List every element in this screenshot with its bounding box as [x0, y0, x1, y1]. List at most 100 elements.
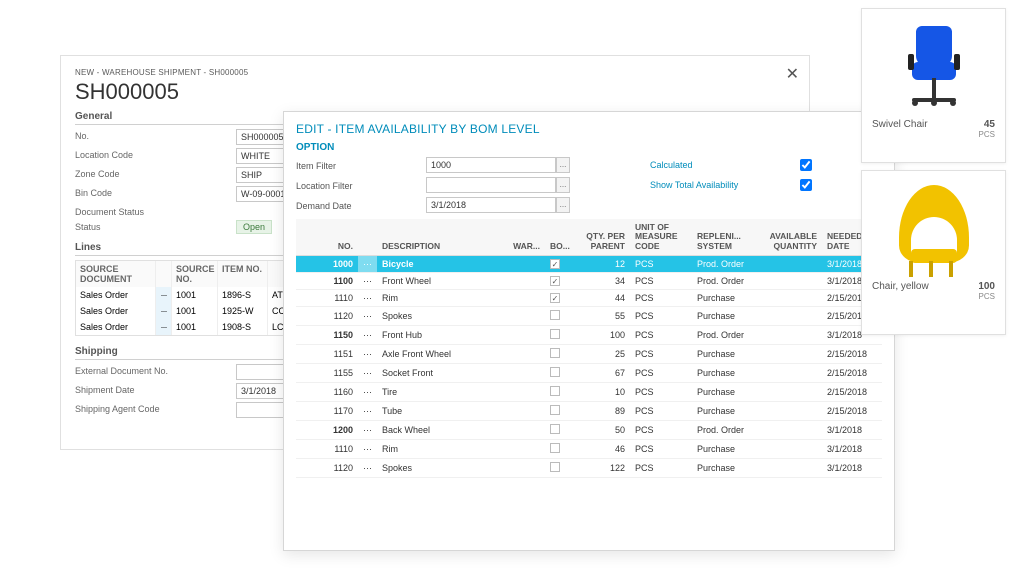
table-row[interactable]: 1200···Back Wheel50PCSProd. Order3/1/201…: [296, 421, 882, 440]
table-row[interactable]: 1110···Rim✓44PCSPurchase2/15/2018: [296, 290, 882, 307]
cell-qty: 100: [575, 326, 630, 345]
cell-item-no: 1908-S: [218, 319, 268, 335]
row-actions-icon[interactable]: ···: [358, 440, 377, 459]
close-icon[interactable]: ✕: [786, 64, 799, 84]
cell-description: Axle Front Wheel: [377, 345, 508, 364]
cell-replen: Purchase: [692, 459, 762, 478]
chair-icon: [894, 20, 974, 110]
product-card-swivel-chair[interactable]: Swivel Chair 45 PCS: [861, 8, 1006, 163]
label-ship-date: Shipment Date: [75, 383, 230, 399]
cell-uom: PCS: [630, 402, 692, 421]
col-item-no[interactable]: ITEM NO.: [218, 261, 268, 287]
cell-date: 2/15/2018: [822, 364, 882, 383]
label-zone: Zone Code: [75, 167, 230, 183]
table-row[interactable]: 1155···Socket Front67PCSPurchase2/15/201…: [296, 364, 882, 383]
cell-no: 1120: [296, 307, 358, 326]
status-badge: Open: [236, 220, 272, 234]
row-actions-icon[interactable]: ···: [156, 303, 172, 319]
row-actions-icon[interactable]: ···: [358, 459, 377, 478]
label-demand-date: Demand Date: [296, 199, 426, 211]
row-actions-icon[interactable]: ···: [358, 273, 377, 290]
table-row[interactable]: 1000···Bicycle✓12PCSProd. Order3/1/2018: [296, 256, 882, 273]
label-show-total: Show Total Availability: [650, 180, 800, 190]
cell-bottleneck: ✓: [545, 290, 575, 307]
lookup-location-filter[interactable]: ...: [556, 177, 570, 193]
cell-description: Tube: [377, 402, 508, 421]
checkbox-calculated[interactable]: [800, 159, 812, 171]
row-actions-icon[interactable]: ···: [358, 256, 377, 273]
col-source-no[interactable]: SOURCE NO.: [172, 261, 218, 287]
cell-source-no: 1001: [172, 319, 218, 335]
cell-description: Rim: [377, 440, 508, 459]
window-title: EDIT - ITEM AVAILABILITY BY BOM LEVEL: [296, 122, 882, 136]
row-actions-icon[interactable]: ···: [358, 326, 377, 345]
cell-replen: Purchase: [692, 307, 762, 326]
col-bottleneck[interactable]: BO...: [545, 219, 575, 256]
table-row[interactable]: 1100···Front Wheel✓34PCSProd. Order3/1/2…: [296, 273, 882, 290]
field-demand-date[interactable]: [426, 197, 556, 213]
table-row[interactable]: 1151···Axle Front Wheel25PCSPurchase2/15…: [296, 345, 882, 364]
cell-date: 3/1/2018: [822, 440, 882, 459]
cell-avail: [762, 440, 822, 459]
product-uom: PCS: [866, 130, 1001, 139]
label-item-filter: Item Filter: [296, 159, 426, 171]
cell-bottleneck: [545, 402, 575, 421]
cell-avail: [762, 364, 822, 383]
row-actions-icon[interactable]: ···: [358, 421, 377, 440]
product-card-chair-yellow[interactable]: Chair, yellow 100 PCS: [861, 170, 1006, 335]
cell-uom: PCS: [630, 383, 692, 402]
cell-uom: PCS: [630, 345, 692, 364]
cell-qty: 50: [575, 421, 630, 440]
cell-uom: PCS: [630, 290, 692, 307]
product-name: Swivel Chair: [872, 119, 928, 130]
cell-date: 3/1/2018: [822, 421, 882, 440]
table-row[interactable]: 1120···Spokes55PCSPurchase2/15/2018: [296, 307, 882, 326]
col-no[interactable]: NO.: [296, 219, 358, 256]
col-description[interactable]: DESCRIPTION: [377, 219, 508, 256]
cell-no: 1170: [296, 402, 358, 421]
cell-bottleneck: ✓: [545, 256, 575, 273]
cell-no: 1200: [296, 421, 358, 440]
label-no: No.: [75, 129, 230, 145]
table-row[interactable]: 1160···Tire10PCSPurchase2/15/2018: [296, 383, 882, 402]
cell-qty: 55: [575, 307, 630, 326]
col-avail-qty[interactable]: AVAILABLE QUANTITY: [762, 219, 822, 256]
col-replen[interactable]: REPLENI... SYSTEM: [692, 219, 762, 256]
row-actions-icon[interactable]: ···: [358, 402, 377, 421]
row-actions-icon[interactable]: ···: [358, 290, 377, 307]
cell-avail: [762, 290, 822, 307]
cell-no: 1160: [296, 383, 358, 402]
cell-warning: [508, 440, 545, 459]
cell-no: 1120: [296, 459, 358, 478]
cell-bottleneck: ✓: [545, 273, 575, 290]
cell-description: Tire: [377, 383, 508, 402]
cell-qty: 25: [575, 345, 630, 364]
checkbox-show-total[interactable]: [800, 179, 812, 191]
cell-bottleneck: [545, 345, 575, 364]
lookup-demand-date[interactable]: ...: [556, 197, 570, 213]
cell-warning: [508, 383, 545, 402]
bom-table[interactable]: NO. DESCRIPTION WAR... BO... QTY. PER PA…: [296, 219, 882, 478]
cell-uom: PCS: [630, 256, 692, 273]
col-qty-parent[interactable]: QTY. PER PARENT: [575, 219, 630, 256]
col-source-doc[interactable]: SOURCE DOCUMENT: [76, 261, 156, 287]
cell-qty: 122: [575, 459, 630, 478]
row-actions-icon[interactable]: ···: [156, 319, 172, 335]
field-item-filter[interactable]: [426, 157, 556, 173]
row-actions-icon[interactable]: ···: [358, 307, 377, 326]
lookup-item-filter[interactable]: ...: [556, 157, 570, 173]
table-row[interactable]: 1110···Rim46PCSPurchase3/1/2018: [296, 440, 882, 459]
row-actions-icon[interactable]: ···: [358, 345, 377, 364]
field-location-filter[interactable]: [426, 177, 556, 193]
table-row[interactable]: 1150···Front Hub100PCSProd. Order3/1/201…: [296, 326, 882, 345]
table-row[interactable]: 1170···Tube89PCSPurchase2/15/2018: [296, 402, 882, 421]
cell-description: Front Hub: [377, 326, 508, 345]
cell-source-doc: Sales Order: [76, 303, 156, 319]
row-actions-icon[interactable]: ···: [358, 383, 377, 402]
col-uom[interactable]: UNIT OF MEASURE CODE: [630, 219, 692, 256]
row-actions-icon[interactable]: ···: [156, 287, 172, 303]
cell-warning: [508, 421, 545, 440]
row-actions-icon[interactable]: ···: [358, 364, 377, 383]
col-warning[interactable]: WAR...: [508, 219, 545, 256]
table-row[interactable]: 1120···Spokes122PCSPurchase3/1/2018: [296, 459, 882, 478]
